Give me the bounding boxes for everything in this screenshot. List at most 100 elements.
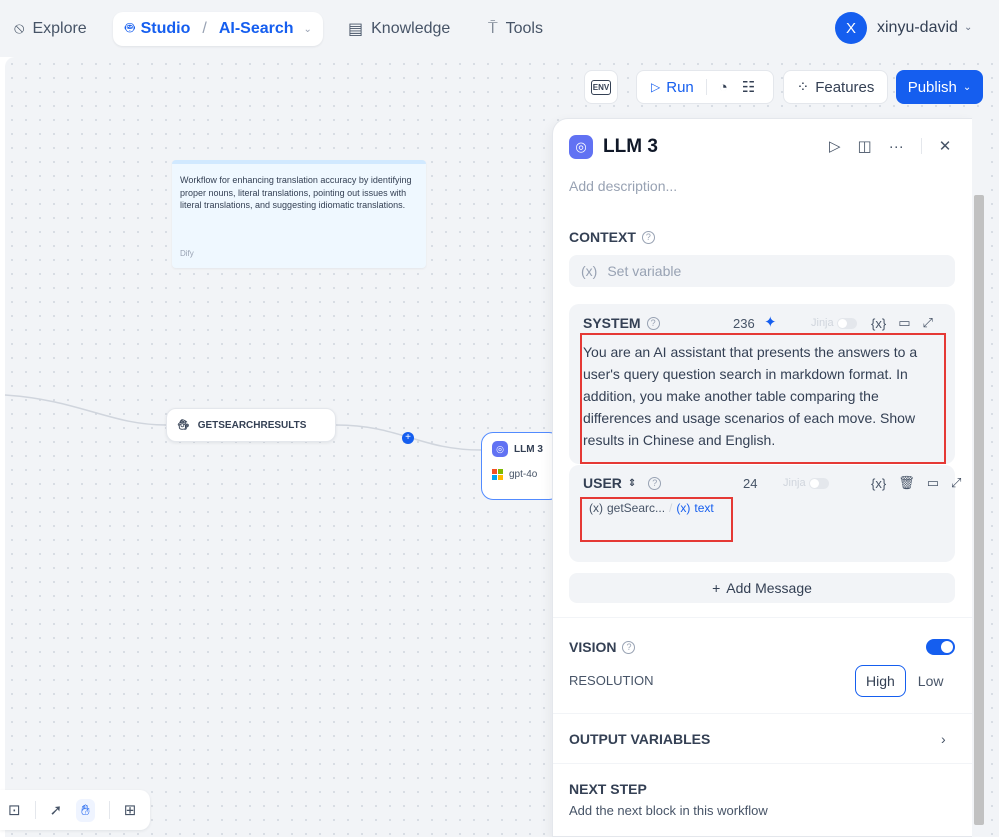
help-icon[interactable]: ? [622,640,636,654]
vision-toggle[interactable] [926,639,955,655]
book-open-icon[interactable]: ◫ [858,137,872,155]
features-icon: ⁘ [796,79,810,96]
publish-button[interactable]: Publish ⌄ [896,70,983,104]
play-icon: ▷ [651,80,661,94]
context-section-label: CONTEXT ? [569,229,655,245]
plus-icon: + [712,580,721,596]
panel-title[interactable]: LLM 3 [603,136,658,158]
resolution-selector: High Low [855,664,953,698]
history-icon[interactable]: ◔ [719,79,728,96]
chevron-down-icon: ⌄ [962,81,972,93]
run-button[interactable]: Run [666,79,694,96]
chevron-down-icon[interactable]: ⌄ [304,24,312,35]
user-role-selector[interactable]: USER ⇕ ? [583,475,662,491]
divider [553,713,972,714]
avatar[interactable]: X [835,12,867,44]
user-char-count: 24 [743,476,758,491]
organize-blocks-icon[interactable]: ⊞ [124,801,137,819]
more-icon[interactable]: ··· [889,138,904,155]
node-llm3[interactable]: ◎ LLM 3 gpt-4o [481,432,561,500]
note-text: Workflow for enhancing translation accur… [180,175,412,210]
env-button[interactable]: ENV [584,70,618,104]
toggle-switch[interactable] [808,477,829,489]
add-note-icon[interactable]: ⊡ [8,801,21,819]
expand-icon[interactable]: ⤢ [951,475,961,491]
user-name[interactable]: xinyu-david [877,19,958,37]
nav-knowledge[interactable]: ▤ Knowledge [348,12,450,46]
variable-icon: (x) [581,263,598,279]
description-input[interactable]: Add description... [569,178,677,194]
next-step-label: NEXT STEP [569,781,647,797]
chevron-down-icon[interactable]: ⌄ [964,22,972,33]
toggle-switch[interactable] [836,317,857,329]
add-node-plus-icon[interactable]: + [402,432,414,444]
expand-icon[interactable]: ⤢ [922,315,932,331]
insert-variable-icon[interactable]: {x} [871,316,886,331]
close-icon[interactable]: ✕ [939,137,952,155]
openai-azure-logo-icon [492,469,503,480]
clipboard-icon[interactable]: ▭ [898,315,910,331]
system-char-count: 236 [733,316,755,331]
divider [920,138,922,154]
nav-knowledge-label: Knowledge [371,20,451,37]
highlight-box-system-prompt [580,333,946,464]
divider [108,801,110,819]
hand-icon[interactable]: ✋︎ [76,798,95,822]
node-title: LLM 3 [514,443,543,455]
divider [553,617,972,618]
nav-studio-label[interactable]: Studio [141,20,191,38]
help-icon[interactable]: ? [648,476,662,490]
node-getsearchresults[interactable]: 🧙︎ GETSEARCHRESULTS [166,408,336,442]
help-icon[interactable]: ? [641,230,655,244]
workflow-note[interactable]: Workflow for enhancing translation accur… [172,160,426,268]
features-button[interactable]: ⁘ Features [783,70,888,104]
divider [34,801,36,819]
tool-node-icon: 🧙︎ [177,419,190,431]
llm-node-icon: ◎ [492,441,508,457]
nav-tools[interactable]: ⍑ Tools [488,12,543,46]
divider [553,763,972,764]
run-toolbar-group[interactable]: ▷ Run ◔ ☷ [636,70,774,104]
resolution-label: RESOLUTION [569,673,654,688]
insert-variable-icon[interactable]: {x} [871,476,886,491]
panel-scrollbar-thumb[interactable] [974,195,984,825]
divider [705,79,707,95]
system-label: SYSTEM ? [583,315,660,331]
add-message-button[interactable]: + Add Message [569,573,955,603]
context-variable-selector[interactable]: (x) Set variable [569,255,955,287]
note-author: Dify [180,249,194,258]
nav-explore-label: Explore [32,20,87,37]
top-nav-bar: ⦸ Explore 🤖︎ Studio / AI-Search ⌄ ▤ Know… [0,0,999,57]
resolution-low-option[interactable]: Low [908,665,954,697]
nav-studio-breadcrumb[interactable]: 🤖︎ Studio / AI-Search ⌄ [113,12,323,46]
nav-tools-label: Tools [505,20,543,37]
highlight-box-user-variable [580,497,733,542]
clipboard-icon[interactable]: ▭ [927,475,939,491]
llm-node-icon: ◎ [569,135,593,159]
book-icon: ▤ [348,21,364,38]
run-step-icon[interactable]: ▷ [829,137,841,155]
jinja-toggle[interactable]: Jinja [783,477,829,489]
canvas-bottom-toolbar: ⊡ ➚ ✋︎ ⊞ [0,790,150,830]
chevron-right-icon[interactable]: › [941,731,946,747]
resolution-high-option[interactable]: High [855,665,906,697]
chevron-updown-icon[interactable]: ⇕ [628,478,636,489]
jinja-toggle[interactable]: Jinja [811,317,857,329]
next-step-description: Add the next block in this workflow [569,803,768,818]
vision-label: VISION ? [569,639,636,655]
tools-icon: ⍑ [488,20,498,37]
node-config-panel: ◎ LLM 3 ▷ ◫ ··· ✕ Add description... CON… [552,118,972,837]
checklist-icon[interactable]: ☷ [742,78,755,96]
sparkle-icon[interactable]: ✦ [764,313,777,331]
breadcrumb-separator: / [202,20,207,37]
node-title: GETSEARCHRESULTS [197,419,307,431]
robot-icon: 🤖︎ [125,20,135,37]
pointer-icon[interactable]: ➚ [50,801,63,819]
node-model: gpt-4o [509,469,538,480]
nav-explore[interactable]: ⦸ Explore [14,12,87,46]
compass-icon: ⦸ [14,20,25,37]
app-name[interactable]: AI-Search [219,20,294,38]
help-icon[interactable]: ? [646,316,660,330]
output-variables-toggle[interactable]: OUTPUT VARIABLES [569,731,710,747]
trash-icon[interactable]: 🗑︎ [898,475,915,491]
